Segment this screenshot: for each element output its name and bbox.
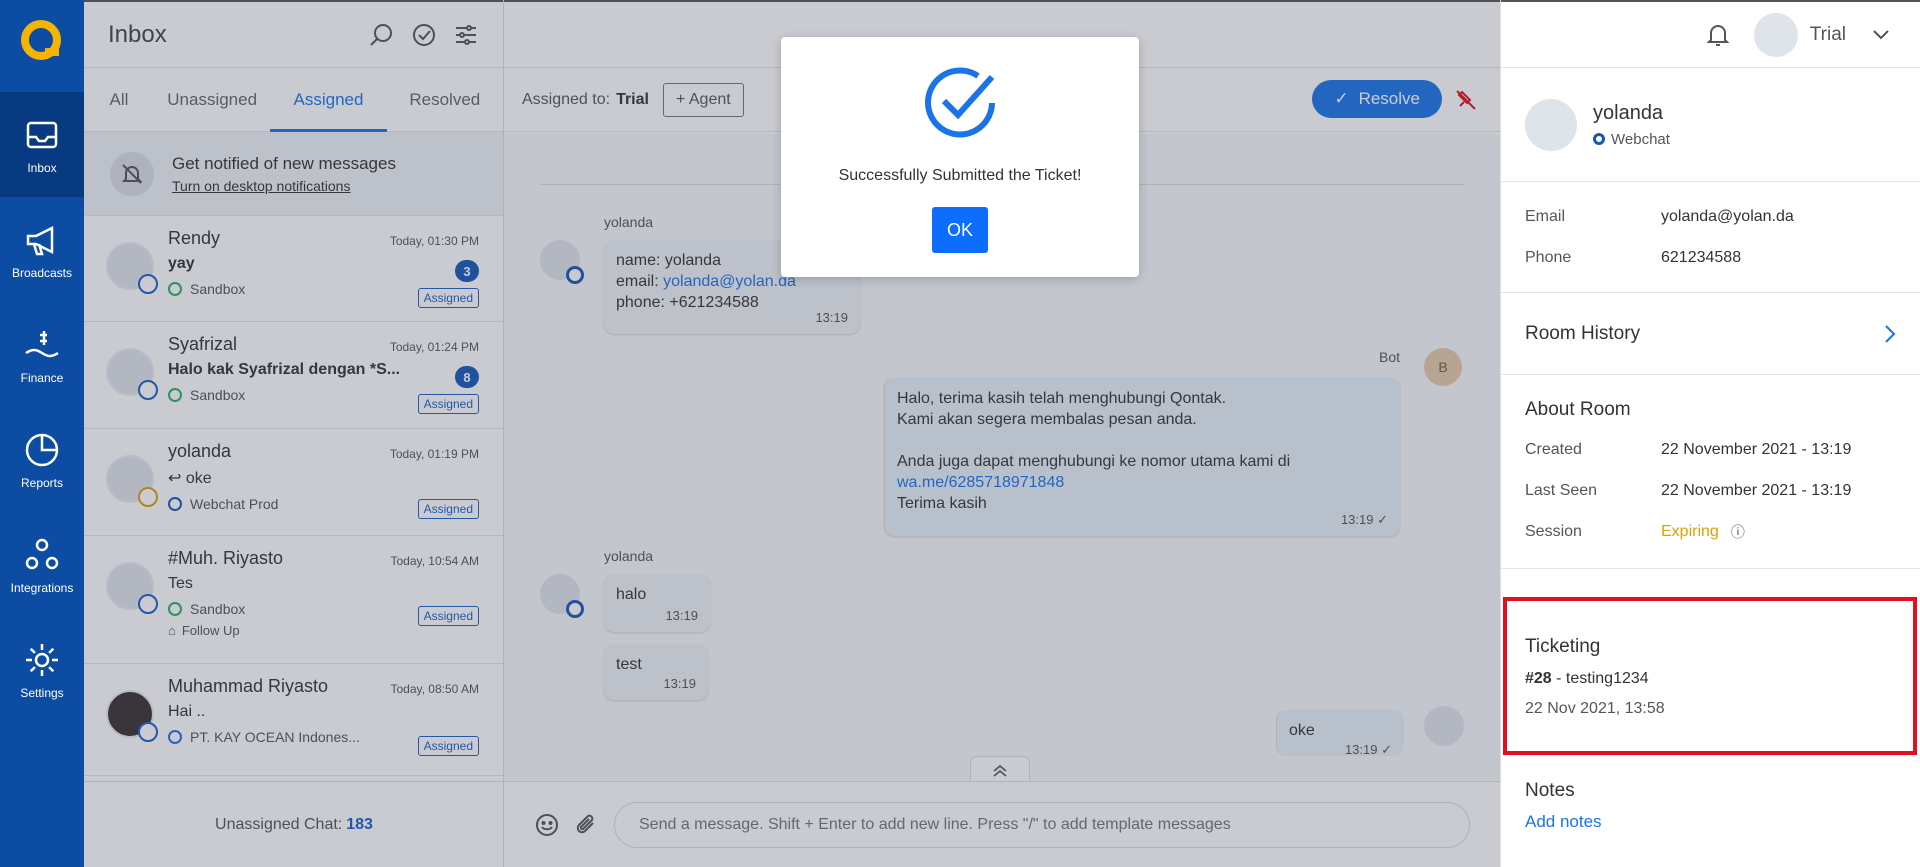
room-history-link[interactable]: Room History	[1501, 293, 1920, 375]
sidebar-item-inbox[interactable]: Inbox	[0, 92, 84, 197]
dialog-message: Successfully Submitted the Ticket!	[838, 167, 1082, 184]
chevron-right-icon	[1885, 324, 1896, 343]
integrations-icon	[25, 538, 59, 569]
contact-details-panel: Trial yolanda Webchat Email yolanda@yolan…	[1500, 0, 1920, 867]
sidebar-item-integrations[interactable]: Integrations	[0, 512, 84, 617]
last-seen-value: 22 November 2021 - 13:19	[1661, 481, 1852, 499]
sidebar-item-label: Integrations	[10, 580, 74, 595]
created-value: 22 November 2021 - 13:19	[1661, 440, 1852, 458]
megaphone-icon	[26, 225, 54, 255]
sidebar-item-finance[interactable]: Finance	[0, 302, 84, 407]
contact-info: Email yolanda@yolan.da Phone 621234588	[1501, 182, 1920, 293]
notes-title: Notes	[1525, 780, 1575, 801]
sidebar-item-label: Inbox	[27, 160, 57, 175]
contact-name: yolanda	[1593, 101, 1664, 124]
session-status: Expiring	[1661, 522, 1719, 540]
finance-icon	[25, 330, 59, 357]
sidebar-item-settings[interactable]: Settings	[0, 617, 84, 722]
about-room-title: About Room	[1525, 399, 1631, 420]
contact-profile: yolanda Webchat	[1501, 68, 1920, 182]
add-notes-link[interactable]: Add notes	[1525, 812, 1602, 832]
about-room: About Room Created 22 November 2021 - 13:…	[1501, 375, 1920, 569]
gear-icon	[26, 643, 58, 676]
avatar	[1525, 98, 1577, 151]
phone-label: Phone	[1525, 248, 1572, 266]
inbox-icon	[26, 121, 58, 148]
pie-chart-icon	[25, 433, 59, 466]
success-check-icon	[925, 67, 995, 138]
sidebar-item-label: Reports	[20, 475, 64, 490]
sidebar-item-broadcasts[interactable]: Broadcasts	[0, 197, 84, 302]
phone-value: 621234588	[1661, 248, 1742, 266]
avatar	[1753, 12, 1798, 57]
sidebar-item-reports[interactable]: Reports	[0, 407, 84, 512]
webchat-icon	[1593, 133, 1605, 145]
user-menu[interactable]: Trial	[1753, 12, 1890, 57]
info-icon[interactable]: ⓘ	[1731, 522, 1745, 542]
ok-button[interactable]: OK	[932, 207, 988, 253]
main-sidebar: Inbox Broadcasts Finance Reports Integra…	[0, 0, 84, 867]
account-header: Trial	[1501, 0, 1920, 68]
sidebar-item-label: Finance	[20, 370, 64, 385]
email-label: Email	[1525, 207, 1566, 225]
sidebar-item-label: Broadcasts	[11, 265, 73, 280]
success-dialog: Successfully Submitted the Ticket! OK	[781, 37, 1139, 277]
bell-icon[interactable]	[1706, 22, 1730, 48]
chevron-down-icon	[1873, 29, 1889, 39]
email-value: yolanda@yolan.da	[1661, 207, 1794, 225]
ticketing-highlight-box	[1503, 597, 1917, 755]
contact-channel: Webchat	[1593, 131, 1670, 148]
sidebar-item-label: Settings	[20, 685, 64, 700]
user-name: Trial	[1809, 23, 1846, 45]
app-logo[interactable]	[17, 18, 65, 66]
